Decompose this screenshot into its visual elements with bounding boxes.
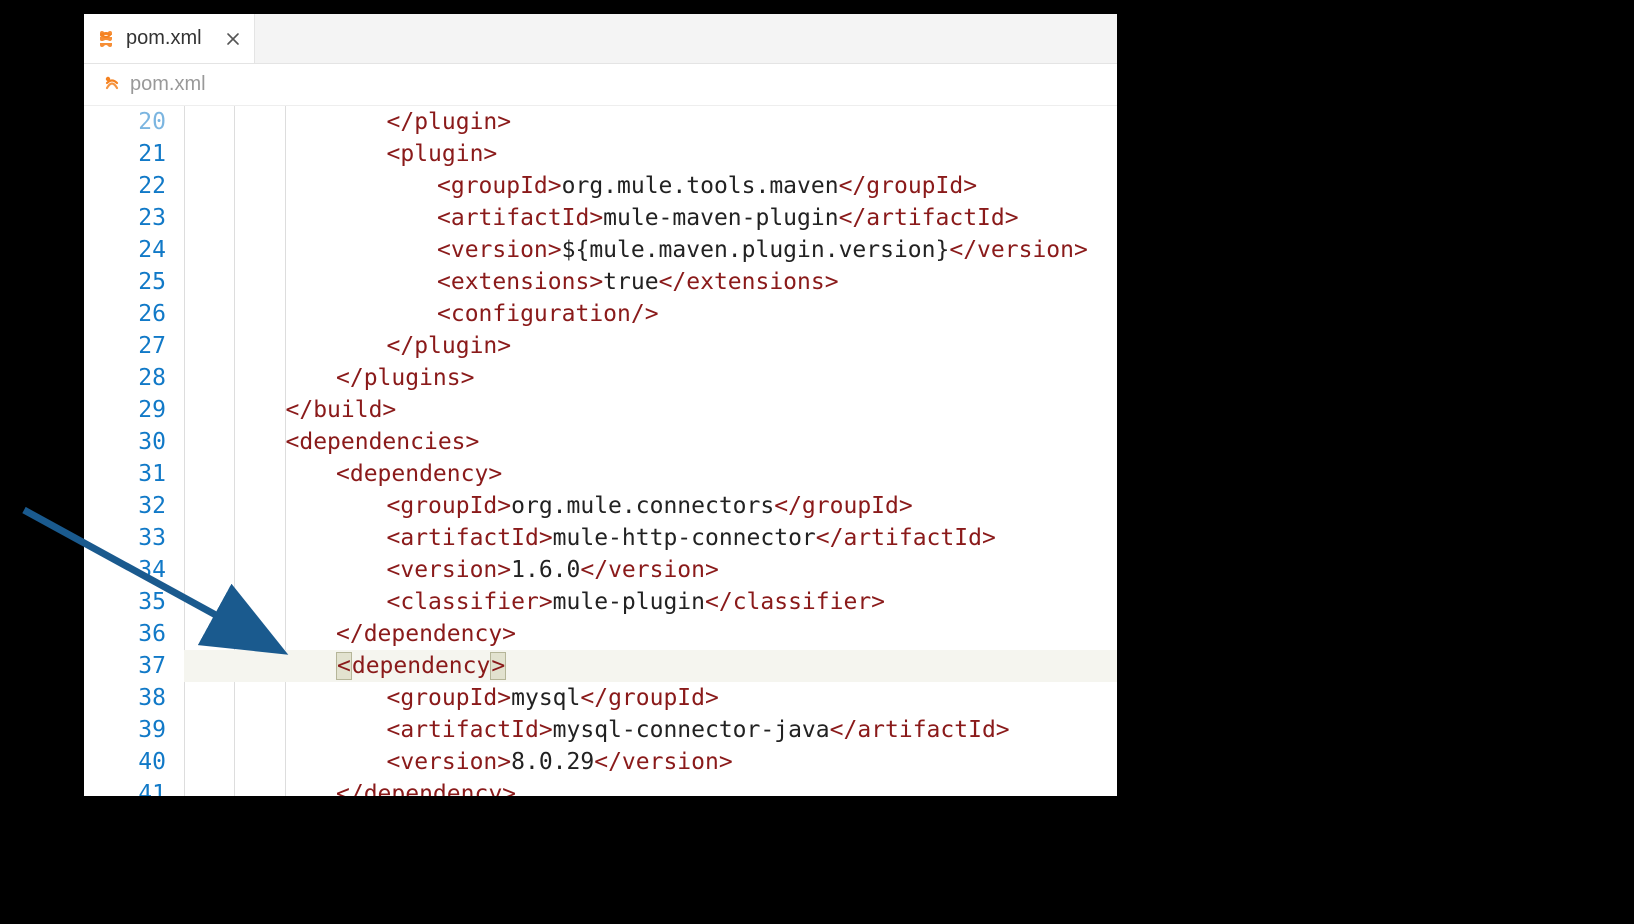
code-line[interactable]: <artifactId>mysql-connector-java</artifa…: [184, 714, 1117, 746]
line-number: 24: [84, 234, 166, 266]
line-number: 35: [84, 586, 166, 618]
line-number: 28: [84, 362, 166, 394]
line-number: 30: [84, 426, 166, 458]
code-line[interactable]: <extensions>true</extensions>: [184, 266, 1117, 298]
code-line[interactable]: <classifier>mule-plugin</classifier>: [184, 586, 1117, 618]
line-number: 33: [84, 522, 166, 554]
line-number: 41: [84, 778, 166, 796]
code-line[interactable]: <dependencies>: [184, 426, 1117, 458]
line-number: 37: [84, 650, 166, 682]
line-number: 40: [84, 746, 166, 778]
code-line[interactable]: <groupId>org.mule.tools.maven</groupId>: [184, 170, 1117, 202]
breadcrumb-filename[interactable]: pom.xml: [130, 73, 206, 96]
breadcrumb-bar: pom.xml: [84, 64, 1117, 106]
code-line[interactable]: </build>: [184, 394, 1117, 426]
code-line[interactable]: </plugin>: [184, 330, 1117, 362]
code-line[interactable]: </plugin>: [184, 106, 1117, 138]
file-tab[interactable]: pom.xml: [84, 14, 255, 63]
code-line[interactable]: <artifactId>mule-maven-plugin</artifactI…: [184, 202, 1117, 234]
code-content[interactable]: </plugin><plugin><groupId>org.mule.tools…: [184, 106, 1117, 796]
line-number: 39: [84, 714, 166, 746]
code-line[interactable]: <dependency>: [184, 650, 1117, 682]
line-number: 20: [84, 106, 166, 138]
line-number: 32: [84, 490, 166, 522]
line-number: 23: [84, 202, 166, 234]
editor-window: pom.xml pom.xml 202122232425262728293031…: [84, 14, 1117, 796]
code-line[interactable]: <version>1.6.0</version>: [184, 554, 1117, 586]
tabs-bar: pom.xml: [84, 14, 1117, 64]
line-number: 22: [84, 170, 166, 202]
line-number: 26: [84, 298, 166, 330]
code-line[interactable]: <version>${mule.maven.plugin.version}</v…: [184, 234, 1117, 266]
code-line[interactable]: <configuration/>: [184, 298, 1117, 330]
code-line[interactable]: <groupId>mysql</groupId>: [184, 682, 1117, 714]
code-line[interactable]: </plugins>: [184, 362, 1117, 394]
code-line[interactable]: <version>8.0.29</version>: [184, 746, 1117, 778]
code-line[interactable]: <artifactId>mule-http-connector</artifac…: [184, 522, 1117, 554]
code-area[interactable]: 2021222324252627282930313233343536373839…: [84, 106, 1117, 796]
line-number: 31: [84, 458, 166, 490]
tab-filename: pom.xml: [126, 27, 202, 50]
line-number: 34: [84, 554, 166, 586]
line-number: 29: [84, 394, 166, 426]
line-number: 38: [84, 682, 166, 714]
close-icon[interactable]: [226, 32, 240, 46]
line-number: 36: [84, 618, 166, 650]
line-number-gutter: 2021222324252627282930313233343536373839…: [84, 106, 184, 796]
line-number: 27: [84, 330, 166, 362]
xml-file-icon: [104, 75, 120, 95]
code-line[interactable]: </dependency>: [184, 618, 1117, 650]
xml-file-icon: [98, 31, 114, 47]
line-number: 25: [84, 266, 166, 298]
code-line[interactable]: <groupId>org.mule.connectors</groupId>: [184, 490, 1117, 522]
code-line[interactable]: <plugin>: [184, 138, 1117, 170]
line-number: 21: [84, 138, 166, 170]
code-line[interactable]: </dependency>: [184, 778, 1117, 796]
code-line[interactable]: <dependency>: [184, 458, 1117, 490]
